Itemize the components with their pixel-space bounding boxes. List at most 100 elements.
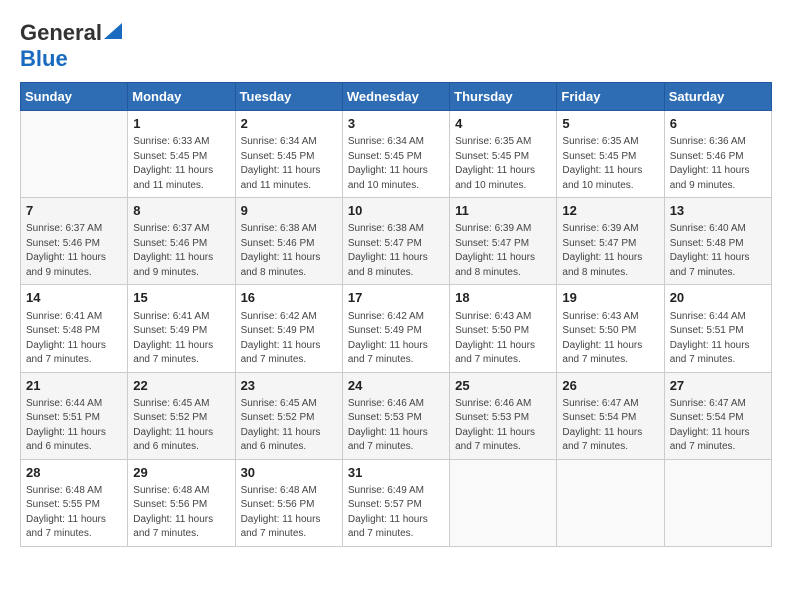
daylight-hours: Daylight: 11 hours (348, 427, 428, 438)
calendar-cell: 23 Sunrise: 6:45 AMSunset: 5:52 PMDayligh… (235, 372, 342, 459)
sunset-info: Sunset: 5:48 PM (670, 238, 744, 249)
daylight-hours: Daylight: 11 hours (133, 252, 213, 263)
daylight-hours: Daylight: 11 hours (455, 340, 535, 351)
calendar-cell: 9Sunrise: 6:38 AMSunset: 5:46 PMDaylight… (235, 198, 342, 285)
calendar-cell: 17Sunrise: 6:42 AMSunset: 5:49 PMDayligh… (342, 285, 449, 372)
day-number: 23 (241, 377, 337, 395)
day-number: 2 (241, 115, 337, 133)
header-day-thursday: Thursday (450, 83, 557, 111)
daylight-continued: and 7 minutes. (348, 354, 414, 365)
sunset-info: Sunset: 5:45 PM (455, 151, 529, 162)
sunset-info: Sunset: 5:46 PM (670, 151, 744, 162)
cell-info: Sunrise: 6:33 AMSunset: 5:45 PMDaylight:… (133, 135, 229, 193)
sunrise-info: Sunrise: 6:46 AM (455, 398, 531, 409)
cell-info: Sunrise: 6:40 AMSunset: 5:48 PMDaylight:… (670, 222, 766, 280)
daylight-continued: and 11 minutes. (241, 180, 311, 191)
day-number: 11 (455, 202, 551, 220)
cell-info: Sunrise: 6:38 AMSunset: 5:47 PMDaylight:… (348, 222, 444, 280)
sunrise-info: Sunrise: 6:41 AM (26, 311, 102, 322)
day-number: 25 (455, 377, 551, 395)
sunset-info: Sunset: 5:52 PM (133, 412, 207, 423)
calendar-cell: 16Sunrise: 6:42 AMSunset: 5:49 PMDayligh… (235, 285, 342, 372)
cell-info: Sunrise: 6:34 AMSunset: 5:45 PMDaylight:… (241, 135, 337, 193)
sunset-info: Sunset: 5:54 PM (562, 412, 636, 423)
daylight-hours: Daylight: 11 hours (562, 165, 642, 176)
calendar-cell: 26Sunrise: 6:47 AMSunset: 5:54 PMDayligh… (557, 372, 664, 459)
daylight-continued: and 8 minutes. (348, 267, 414, 278)
calendar-cell: 31Sunrise: 6:49 AMSunset: 5:57 PMDayligh… (342, 459, 449, 546)
daylight-continued: and 7 minutes. (348, 528, 414, 539)
cell-info: Sunrise: 6:38 AMSunset: 5:46 PMDaylight:… (241, 222, 337, 280)
daylight-continued: and 6 minutes. (26, 441, 92, 452)
sunset-info: Sunset: 5:50 PM (455, 325, 529, 336)
header-day-tuesday: Tuesday (235, 83, 342, 111)
sunset-info: Sunset: 5:45 PM (241, 151, 315, 162)
logo-blue-text: Blue (20, 46, 68, 71)
sunset-info: Sunset: 5:48 PM (26, 325, 100, 336)
cell-info: Sunrise: 6:46 AMSunset: 5:53 PMDaylight:… (455, 397, 551, 455)
calendar-cell: 5Sunrise: 6:35 AMSunset: 5:45 PMDaylight… (557, 111, 664, 198)
day-number: 24 (348, 377, 444, 395)
sunrise-info: Sunrise: 6:38 AM (241, 223, 317, 234)
daylight-continued: and 10 minutes. (455, 180, 526, 191)
day-number: 13 (670, 202, 766, 220)
daylight-continued: and 6 minutes. (133, 441, 199, 452)
calendar-cell: 24Sunrise: 6:46 AMSunset: 5:53 PMDayligh… (342, 372, 449, 459)
daylight-continued: and 7 minutes. (455, 354, 521, 365)
header-row: SundayMondayTuesdayWednesdayThursdayFrid… (21, 83, 772, 111)
calendar-cell: 21Sunrise: 6:44 AMSunset: 5:51 PMDayligh… (21, 372, 128, 459)
sunrise-info: Sunrise: 6:38 AM (348, 223, 424, 234)
day-number: 7 (26, 202, 122, 220)
daylight-hours: Daylight: 11 hours (670, 427, 750, 438)
day-number: 31 (348, 464, 444, 482)
daylight-hours: Daylight: 11 hours (455, 165, 535, 176)
calendar-cell: 13 Sunrise: 6:40 AMSunset: 5:48 PMDayligh… (664, 198, 771, 285)
sunset-info: Sunset: 5:57 PM (348, 499, 422, 510)
sunrise-info: Sunrise: 6:42 AM (241, 311, 317, 322)
sunrise-info: Sunrise: 6:49 AM (348, 485, 424, 496)
header-day-saturday: Saturday (664, 83, 771, 111)
day-number: 20 (670, 289, 766, 307)
daylight-continued: and 7 minutes. (26, 528, 92, 539)
day-number: 8 (133, 202, 229, 220)
cell-info: Sunrise: 6:43 AMSunset: 5:50 PMDaylight:… (562, 310, 658, 368)
calendar-cell: 19Sunrise: 6:43 AMSunset: 5:50 PMDayligh… (557, 285, 664, 372)
sunset-info: Sunset: 5:55 PM (26, 499, 100, 510)
sunset-info: Sunset: 5:45 PM (562, 151, 636, 162)
sunrise-info: Sunrise: 6:42 AM (348, 311, 424, 322)
calendar-cell: 22Sunrise: 6:45 AMSunset: 5:52 PMDayligh… (128, 372, 235, 459)
week-row-5: 28Sunrise: 6:48 AMSunset: 5:55 PMDayligh… (21, 459, 772, 546)
sunset-info: Sunset: 5:51 PM (670, 325, 744, 336)
day-number: 16 (241, 289, 337, 307)
calendar-cell: 30Sunrise: 6:48 AMSunset: 5:56 PMDayligh… (235, 459, 342, 546)
cell-info: Sunrise: 6:35 AMSunset: 5:45 PMDaylight:… (455, 135, 551, 193)
calendar-cell: 10Sunrise: 6:38 AMSunset: 5:47 PMDayligh… (342, 198, 449, 285)
day-number: 18 (455, 289, 551, 307)
day-number: 21 (26, 377, 122, 395)
week-row-2: 7Sunrise: 6:37 AMSunset: 5:46 PMDaylight… (21, 198, 772, 285)
calendar-cell: 28Sunrise: 6:48 AMSunset: 5:55 PMDayligh… (21, 459, 128, 546)
calendar-cell (664, 459, 771, 546)
daylight-hours: Daylight: 11 hours (133, 340, 213, 351)
daylight-hours: Daylight: 11 hours (348, 165, 428, 176)
cell-info: Sunrise: 6:45 AMSunset: 5:52 PMDaylight:… (241, 397, 337, 455)
daylight-continued: and 7 minutes. (455, 441, 521, 452)
cell-info: Sunrise: 6:48 AMSunset: 5:56 PMDaylight:… (133, 484, 229, 542)
daylight-hours: Daylight: 11 hours (26, 427, 106, 438)
sunset-info: Sunset: 5:47 PM (348, 238, 422, 249)
daylight-continued: and 8 minutes. (241, 267, 307, 278)
daylight-continued: and 8 minutes. (562, 267, 628, 278)
daylight-continued: and 7 minutes. (670, 267, 736, 278)
cell-info: Sunrise: 6:34 AMSunset: 5:45 PMDaylight:… (348, 135, 444, 193)
daylight-continued: and 9 minutes. (26, 267, 92, 278)
calendar-cell: 4Sunrise: 6:35 AMSunset: 5:45 PMDaylight… (450, 111, 557, 198)
day-number: 6 (670, 115, 766, 133)
daylight-hours: Daylight: 11 hours (241, 165, 321, 176)
header: General Blue (20, 20, 772, 72)
week-row-3: 14Sunrise: 6:41 AMSunset: 5:48 PMDayligh… (21, 285, 772, 372)
sunrise-info: Sunrise: 6:48 AM (241, 485, 317, 496)
day-number: 15 (133, 289, 229, 307)
sunrise-info: Sunrise: 6:41 AM (133, 311, 209, 322)
calendar-cell: 12Sunrise: 6:39 AMSunset: 5:47 PMDayligh… (557, 198, 664, 285)
sunrise-info: Sunrise: 6:45 AM (133, 398, 209, 409)
